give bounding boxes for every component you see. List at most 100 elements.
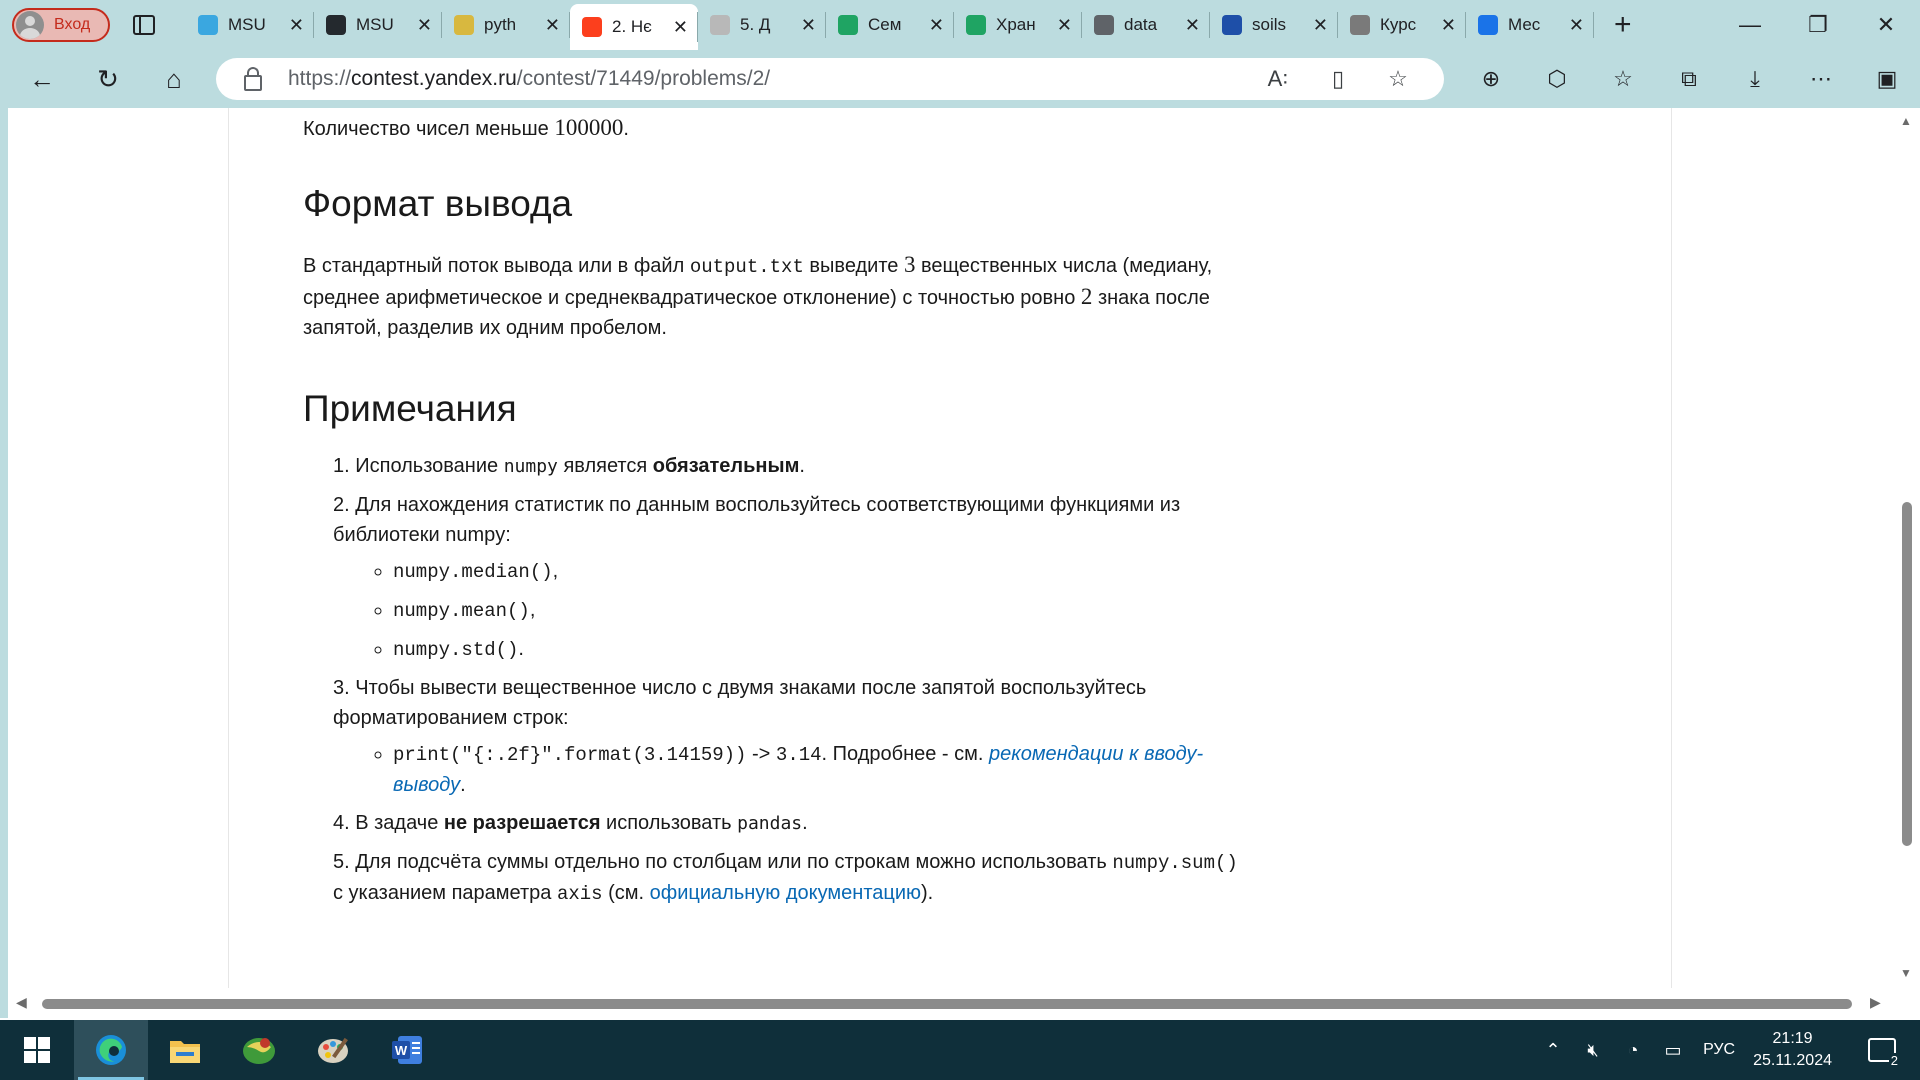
restore-button[interactable]: ❐ (1784, 0, 1852, 50)
edge-icon (96, 1035, 126, 1065)
telegram-icon (198, 15, 218, 35)
note-item-5: 5. Для подсчёта суммы отдельно по столбц… (333, 851, 1238, 905)
browser-tab[interactable]: 2. Нє ✕ (570, 4, 698, 50)
github-icon (326, 15, 346, 35)
notification-center-button[interactable]: 2 (1862, 1030, 1902, 1070)
extensions-icon[interactable]: ⬡ (1524, 66, 1590, 92)
read-aloud-icon[interactable]: A꞉ (1248, 66, 1308, 92)
horizontal-scrollbar[interactable]: ◀ ▶ (8, 988, 1894, 1018)
vertical-scroll-thumb[interactable] (1902, 502, 1912, 846)
tab-actions-button[interactable] (126, 7, 162, 43)
official-docs-link[interactable]: официальную документацию (650, 882, 921, 904)
input-tail-paragraph: Количество чисел меньше 100000. (303, 115, 629, 140)
close-tab-icon[interactable]: ✕ (1441, 15, 1456, 36)
taskbar-paint-app[interactable] (296, 1020, 370, 1080)
windows-logo-icon (24, 1037, 50, 1063)
taskbar-edge[interactable] (74, 1020, 148, 1080)
clock-time: 21:19 (1772, 1030, 1813, 1047)
favorite-star-icon[interactable]: ☆ (1368, 66, 1428, 92)
python-icon (454, 15, 474, 35)
start-button[interactable] (0, 1020, 74, 1080)
scroll-down-arrow-icon[interactable]: ▼ (1900, 966, 1912, 980)
browser-tab[interactable]: Мес ✕ (1466, 4, 1594, 46)
downloads-icon[interactable]: ⤓ (1722, 66, 1788, 92)
browser-tab[interactable]: soils ✕ (1210, 4, 1338, 46)
wifi-icon[interactable]: ◔ (1613, 1040, 1653, 1061)
table-icon (1222, 15, 1242, 35)
close-tab-icon[interactable]: ✕ (289, 15, 304, 36)
system-tray: ⌃ 🔇︎ ◔ ▭ РУС 21:19 25.11.2024 2 (1533, 1020, 1920, 1080)
tab-list: MSU ✕ MSU ✕ pyth ✕ 2. Нє ✕ 5. Д ✕ Сем ✕ Хран ✕ data ✕ so… (186, 0, 1594, 50)
scroll-right-arrow-icon[interactable]: ▶ (1870, 994, 1881, 1011)
immersive-reader-icon[interactable]: ▯ (1308, 66, 1368, 92)
vpn-globe-icon[interactable]: ⊕ (1458, 66, 1524, 92)
close-window-button[interactable]: ✕ (1852, 0, 1920, 50)
grey-cloud-icon (1350, 15, 1370, 35)
address-bar[interactable]: https://contest.yandex.ru/contest/71449/… (216, 58, 1444, 100)
tab-title: 5. Д (740, 15, 771, 34)
clock-date: 25.11.2024 (1753, 1052, 1832, 1069)
browser-tab[interactable]: Сем ✕ (826, 4, 954, 46)
close-tab-icon[interactable]: ✕ (801, 15, 816, 36)
paint-icon (318, 1037, 348, 1063)
taskbar-file-explorer[interactable] (148, 1020, 222, 1080)
new-tab-button[interactable]: + (1614, 10, 1632, 40)
taskbar-word-app[interactable]: W (370, 1020, 444, 1080)
browser-tab[interactable]: 5. Д ✕ (698, 4, 826, 46)
close-tab-icon[interactable]: ✕ (929, 15, 944, 36)
more-menu-icon[interactable]: ⋯ (1788, 66, 1854, 92)
close-tab-icon[interactable]: ✕ (545, 15, 560, 36)
clock[interactable]: 21:19 25.11.2024 (1753, 1028, 1832, 1072)
note-item-2: 2. Для нахождения статистик по данным во… (333, 490, 1253, 665)
browser-tab[interactable]: Курс ✕ (1338, 4, 1466, 46)
sidebar-toggle-icon[interactable]: ▣ (1854, 66, 1920, 92)
minimize-button[interactable]: — (1716, 0, 1784, 50)
taskbar: W ⌃ 🔇︎ ◔ ▭ РУС 21:19 25.11.2024 2 (0, 1020, 1920, 1080)
browser-tab[interactable]: Хран ✕ (954, 4, 1082, 46)
close-tab-icon[interactable]: ✕ (417, 15, 432, 36)
browser-tab[interactable]: data ✕ (1082, 4, 1210, 46)
speaker-muted-icon[interactable]: 🔇︎ (1573, 1040, 1613, 1061)
close-tab-icon[interactable]: ✕ (1185, 15, 1200, 36)
close-tab-icon[interactable]: ✕ (1569, 15, 1584, 36)
close-tab-icon[interactable]: ✕ (673, 17, 688, 38)
favorites-icon[interactable]: ☆ (1590, 66, 1656, 92)
problem-statement: Количество чисел меньше 100000. Формат в… (303, 108, 1253, 917)
back-button[interactable]: ← (16, 59, 68, 99)
file-icon (1094, 15, 1114, 35)
browser-tab[interactable]: MSU ✕ (186, 4, 314, 46)
notification-count: 2 (1888, 1053, 1900, 1068)
scroll-left-arrow-icon[interactable]: ◀ (16, 994, 27, 1011)
list-item: numpy.median(), (393, 556, 1253, 587)
numpy-functions-list: numpy.median(), numpy.mean(), numpy.std(… (333, 556, 1253, 665)
note-item-1: 1. Использование numpy является обязател… (333, 455, 805, 477)
list-item: numpy.mean(), (393, 595, 1253, 626)
file-explorer-icon (170, 1041, 200, 1063)
profile-label: Вход (54, 16, 91, 33)
google-drive-icon (838, 15, 858, 35)
list-item: numpy.std(). (393, 634, 1253, 665)
lock-icon[interactable] (244, 67, 262, 91)
collections-icon[interactable]: ⧉ (1656, 66, 1722, 92)
close-tab-icon[interactable]: ✕ (1057, 15, 1072, 36)
input-language-indicator[interactable]: РУС (1703, 1041, 1735, 1059)
url-text[interactable]: https://contest.yandex.ru/contest/71449/… (288, 67, 770, 91)
close-tab-icon[interactable]: ✕ (1313, 15, 1328, 36)
notes-list: 1. Использование numpy является обязател… (303, 451, 1253, 909)
horizontal-scroll-thumb[interactable] (42, 999, 1852, 1009)
browser-tab[interactable]: MSU ✕ (314, 4, 442, 46)
scroll-up-arrow-icon[interactable]: ▲ (1900, 114, 1912, 128)
refresh-button[interactable]: ↻ (82, 59, 134, 99)
profile-button[interactable]: Вход (12, 8, 110, 42)
yandex-icon (582, 17, 602, 37)
output-format-paragraph: В стандартный поток вывода или в файл ou… (303, 252, 1213, 339)
note-item-3: 3. Чтобы вывести вещественное число с дв… (333, 673, 1253, 800)
list-item: print("{:.2f}".format(3.14159)) -> 3.14.… (393, 739, 1253, 800)
home-button[interactable]: ⌂ (148, 59, 200, 99)
browser-tab[interactable]: pyth ✕ (442, 4, 570, 46)
battery-icon[interactable]: ▭ (1653, 1040, 1693, 1061)
taskbar-maps-app[interactable] (222, 1020, 296, 1080)
vertical-scrollbar[interactable]: ▲ ▼ (1894, 108, 1920, 988)
chevron-up-icon[interactable]: ⌃ (1533, 1040, 1573, 1061)
maps-icon (243, 1038, 275, 1064)
